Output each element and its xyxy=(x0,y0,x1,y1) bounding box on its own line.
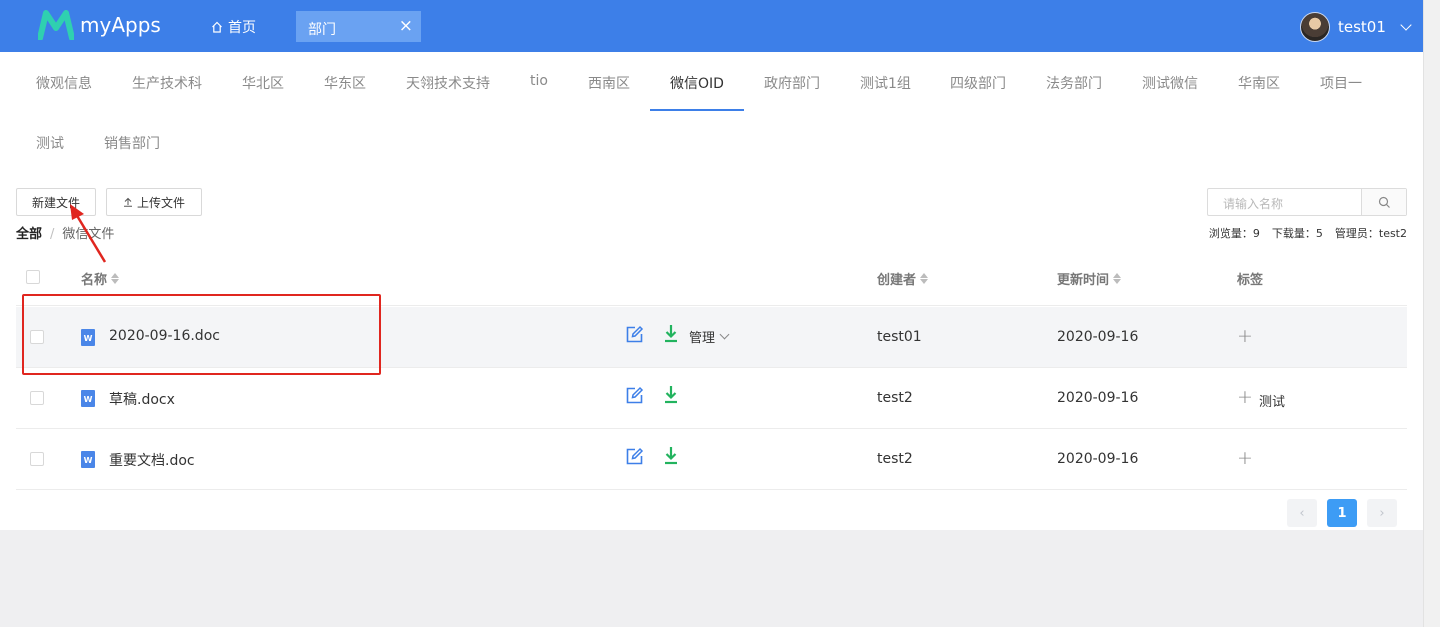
dept-tab[interactable]: 华北区 xyxy=(242,73,284,93)
tab-department[interactable]: 部门 × xyxy=(296,11,421,42)
add-tag-icon[interactable]: + xyxy=(1237,325,1253,347)
add-tag-icon[interactable]: + xyxy=(1237,447,1253,469)
upload-file-label: 上传文件 xyxy=(136,195,185,210)
row-updated: 2020-09-16 xyxy=(1057,390,1139,406)
annotation-arrow-icon xyxy=(70,204,107,263)
avatar xyxy=(1300,12,1330,42)
sort-icon[interactable] xyxy=(920,273,929,284)
dept-tab[interactable]: 销售部门 xyxy=(104,133,160,153)
dept-tab[interactable]: 生产技术科 xyxy=(132,73,202,93)
page-scrollbar[interactable] xyxy=(1423,0,1440,627)
dept-tab[interactable]: 四级部门 xyxy=(950,73,1006,93)
page-number-button[interactable]: 1 xyxy=(1327,499,1357,527)
search-button[interactable] xyxy=(1361,189,1406,215)
file-name[interactable]: 草稿.docx xyxy=(109,389,175,409)
column-name[interactable]: 名称 xyxy=(81,269,120,288)
column-tags-label: 标签 xyxy=(1237,273,1264,288)
prev-page-button[interactable]: ‹ xyxy=(1287,499,1317,527)
user-name: test01 xyxy=(1338,18,1386,36)
dept-tab[interactable]: 华南区 xyxy=(1238,73,1280,93)
row-creator: test2 xyxy=(877,390,913,406)
dept-tab[interactable]: 法务部门 xyxy=(1046,73,1102,93)
column-name-label: 名称 xyxy=(81,273,108,288)
download-icon[interactable] xyxy=(663,446,679,466)
manage-dropdown[interactable]: 管理 xyxy=(689,327,730,346)
app-name: myApps xyxy=(80,13,161,37)
word-doc-icon: W xyxy=(81,390,95,407)
column-tags: 标签 xyxy=(1237,269,1263,288)
search-icon xyxy=(1378,196,1390,208)
tab-department-label: 部门 xyxy=(308,22,336,38)
word-doc-icon: W xyxy=(81,451,95,468)
annotation-highlight-box xyxy=(22,294,381,375)
dept-tab[interactable]: 测试微信 xyxy=(1142,73,1198,93)
dept-tab[interactable]: 西南区 xyxy=(588,73,630,93)
tag-label: 测试 xyxy=(1259,395,1286,410)
search-box[interactable]: 请输入名称 xyxy=(1207,188,1407,216)
dept-tab[interactable]: 政府部门 xyxy=(764,73,820,93)
add-tag-icon[interactable]: + xyxy=(1237,386,1253,408)
dept-tab[interactable]: 天翎技术支持 xyxy=(406,73,490,93)
row-checkbox[interactable] xyxy=(30,391,44,405)
page: myApps 首页 部门 × test01 微观信息 生产技术科 华北区 华东区… xyxy=(0,0,1423,627)
edit-icon[interactable] xyxy=(625,447,644,466)
download-icon[interactable] xyxy=(663,324,679,344)
department-tabs: 微观信息 生产技术科 华北区 华东区 天翎技术支持 tio 西南区 微信OID … xyxy=(0,52,1423,172)
manage-label: 管理 xyxy=(689,331,716,346)
upload-icon xyxy=(123,197,132,207)
download-count: 下载量：5 xyxy=(1271,227,1323,240)
table-row[interactable]: W 草稿.docx test2 2020-09-16 + 测试 xyxy=(16,368,1407,429)
home-nav-link[interactable]: 首页 xyxy=(211,17,256,37)
file-name[interactable]: 重要文档.doc xyxy=(109,450,195,470)
edit-icon[interactable] xyxy=(625,386,644,405)
dept-tab[interactable]: 华东区 xyxy=(324,73,366,93)
sort-icon[interactable] xyxy=(111,273,120,284)
row-updated: 2020-09-16 xyxy=(1057,451,1139,467)
admin-name: 管理员：test2 xyxy=(1334,227,1407,240)
column-updated-label: 更新时间 xyxy=(1057,273,1110,288)
active-tab-underline xyxy=(650,109,744,111)
row-creator: test01 xyxy=(877,329,922,345)
column-updated[interactable]: 更新时间 xyxy=(1057,269,1122,288)
table-row[interactable]: W 重要文档.doc test2 2020-09-16 + xyxy=(16,429,1407,490)
view-count: 浏览量：9 xyxy=(1208,227,1260,240)
dept-tab[interactable]: 测试 xyxy=(36,133,64,153)
select-all-checkbox[interactable] xyxy=(26,270,40,284)
dept-tab[interactable]: 项目一 xyxy=(1320,73,1362,93)
file-stats: 浏览量：9 下载量：5 管理员：test2 xyxy=(1197,225,1407,241)
edit-icon[interactable] xyxy=(625,325,644,344)
top-navbar: myApps 首页 部门 × test01 xyxy=(0,0,1423,52)
row-updated: 2020-09-16 xyxy=(1057,329,1139,345)
search-input[interactable]: 请输入名称 xyxy=(1208,189,1361,215)
chevron-down-icon xyxy=(719,329,730,340)
dept-tab[interactable]: tio xyxy=(530,73,548,89)
dept-tab[interactable]: 测试1组 xyxy=(860,73,911,93)
content-panel: 微观信息 生产技术科 华北区 华东区 天翎技术支持 tio 西南区 微信OID … xyxy=(0,52,1423,530)
breadcrumb-separator: / xyxy=(50,227,55,242)
breadcrumb-root[interactable]: 全部 xyxy=(16,227,42,242)
download-icon[interactable] xyxy=(663,385,679,405)
row-checkbox[interactable] xyxy=(30,452,44,466)
upload-file-button[interactable]: 上传文件 xyxy=(106,188,202,216)
sort-icon[interactable] xyxy=(1113,273,1122,284)
column-creator-label: 创建者 xyxy=(877,273,917,288)
dept-tab[interactable]: 微观信息 xyxy=(36,73,92,93)
home-icon xyxy=(212,21,222,33)
app-logo-icon xyxy=(38,10,74,40)
user-menu[interactable]: test01 xyxy=(1300,12,1412,42)
chevron-down-icon xyxy=(1400,19,1412,31)
dept-tab-active[interactable]: 微信OID xyxy=(670,73,724,93)
next-page-button[interactable]: › xyxy=(1367,499,1397,527)
home-label: 首页 xyxy=(228,20,256,36)
row-creator: test2 xyxy=(877,451,913,467)
close-tab-icon[interactable]: × xyxy=(399,16,413,36)
column-creator[interactable]: 创建者 xyxy=(877,269,929,288)
